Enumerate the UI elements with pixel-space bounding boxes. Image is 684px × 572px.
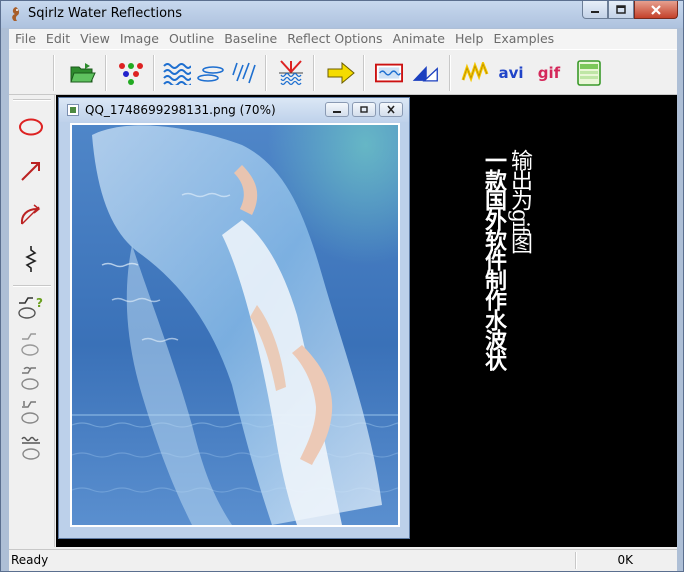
minimize-icon: [591, 10, 599, 13]
water-waves-icon: [163, 63, 191, 85]
animate-button[interactable]: [461, 59, 489, 87]
toolbar-separator: [265, 55, 267, 91]
freehand-tool-button[interactable]: [17, 245, 45, 273]
curve-arrow-icon: [20, 204, 41, 225]
left-toolbar-separator: [13, 99, 51, 101]
next-arrow-button[interactable]: [327, 59, 355, 87]
wave-question-icon: ?: [18, 296, 43, 319]
status-bar: Ready 0K: [9, 549, 677, 571]
toolbar: avi gif: [9, 49, 677, 95]
app-window: Sqirlz Water Reflections File Edit View …: [0, 0, 684, 572]
document-title: QQ_1748699298131.png (70%): [85, 103, 276, 117]
reflect-tree-icon: [279, 60, 303, 86]
title-bar[interactable]: Sqirlz Water Reflections: [1, 1, 683, 28]
toolbar-separator: [53, 55, 55, 91]
menu-view[interactable]: View: [75, 29, 115, 49]
image-canvas[interactable]: [70, 123, 400, 527]
minimize-icon: [333, 110, 341, 113]
perspective-triangle-icon: [412, 66, 438, 82]
preview-button[interactable]: [375, 59, 403, 87]
left-toolbar: ?: [9, 95, 55, 547]
frames-panel-icon: [577, 60, 601, 86]
close-icon: [387, 105, 395, 114]
save-avi-button[interactable]: avi: [497, 59, 525, 87]
menu-edit[interactable]: Edit: [41, 29, 75, 49]
mdi-workspace[interactable]: QQ_1748699298131.png (70%) 输出为gif图 一款国外软…: [56, 95, 677, 547]
wave-style-icon: [21, 333, 39, 356]
close-icon: [651, 4, 661, 15]
wave-style-icon: [21, 401, 39, 424]
toolbar-separator: [105, 55, 107, 91]
avi-label: avi: [498, 64, 524, 82]
maximize-icon: [616, 5, 626, 14]
wave-style-2-button[interactable]: [17, 365, 45, 393]
toolbar-separator: [153, 55, 155, 91]
rain-button[interactable]: [231, 59, 259, 87]
wave-style-icon: [21, 436, 40, 460]
menu-help[interactable]: Help: [450, 29, 489, 49]
arrow-diagonal-icon: [21, 162, 40, 181]
dancer-photo: [72, 125, 398, 525]
restore-icon: [360, 106, 368, 113]
caption-column-2: 一款国外软件制作水波状: [481, 149, 506, 369]
line-tool-button[interactable]: [17, 157, 45, 185]
wave-style-1-button[interactable]: [17, 331, 45, 359]
water-ellipses-button[interactable]: [197, 59, 225, 87]
document-restore-button[interactable]: [352, 102, 376, 117]
gif-label: gif: [537, 64, 561, 82]
window-title: Sqirlz Water Reflections: [28, 6, 183, 21]
caption-column-1: 输出为gif图: [507, 149, 532, 253]
reflection-button[interactable]: [277, 59, 305, 87]
wave-style-4-button[interactable]: [17, 435, 45, 463]
animation-streaks-icon: [461, 62, 489, 83]
document-window-controls: [325, 102, 403, 117]
colors-button[interactable]: [117, 59, 145, 87]
status-value: 0K: [617, 553, 633, 567]
maximize-button[interactable]: [608, 1, 634, 19]
zigzag-icon: [25, 246, 37, 272]
ellipse-tool-button[interactable]: [17, 113, 45, 141]
menu-image[interactable]: Image: [115, 29, 164, 49]
document-close-button[interactable]: [379, 102, 403, 117]
squirrel-app-icon: [12, 7, 20, 21]
menu-bar: File Edit View Image Outline Baseline Re…: [9, 29, 677, 49]
curve-tool-button[interactable]: [17, 201, 45, 229]
open-folder-icon: [70, 63, 96, 83]
status-text: Ready: [11, 553, 49, 567]
wave-style-help-button[interactable]: ?: [17, 293, 45, 321]
save-gif-button[interactable]: gif: [535, 59, 563, 87]
document-window[interactable]: QQ_1748699298131.png (70%): [58, 97, 410, 539]
rain-lines-icon: [232, 62, 256, 84]
color-dots-icon: [119, 63, 143, 85]
frames-button[interactable]: [575, 59, 603, 87]
left-toolbar-separator: [13, 285, 51, 287]
menu-animate[interactable]: Animate: [388, 29, 450, 49]
wave-frame-icon: [375, 63, 403, 83]
document-minimize-button[interactable]: [325, 102, 349, 117]
ripple-ellipses-icon: [197, 66, 224, 82]
wave-style-3-button[interactable]: [17, 399, 45, 427]
document-title-bar[interactable]: QQ_1748699298131.png (70%): [59, 98, 409, 122]
arrow-right-icon: [327, 62, 355, 84]
ripples-button[interactable]: [163, 59, 191, 87]
menu-outline[interactable]: Outline: [164, 29, 219, 49]
menu-examples[interactable]: Examples: [488, 29, 559, 49]
close-button[interactable]: [634, 1, 678, 19]
ellipse-icon: [19, 118, 43, 136]
menu-baseline[interactable]: Baseline: [219, 29, 282, 49]
minimize-button[interactable]: [582, 1, 608, 19]
toolbar-separator: [449, 55, 451, 91]
menu-reflect-options[interactable]: Reflect Options: [282, 29, 387, 49]
menu-file[interactable]: File: [9, 29, 41, 49]
toolbar-separator: [363, 55, 365, 91]
svg-text:?: ?: [36, 296, 43, 310]
toolbar-separator: [313, 55, 315, 91]
image-file-icon: [67, 104, 79, 116]
wave-style-icon: [21, 366, 39, 390]
perspective-button[interactable]: [411, 59, 439, 87]
status-divider: [575, 552, 577, 569]
client-area: File Edit View Image Outline Baseline Re…: [9, 29, 677, 571]
window-controls: [582, 1, 678, 20]
open-file-button[interactable]: [69, 59, 97, 87]
